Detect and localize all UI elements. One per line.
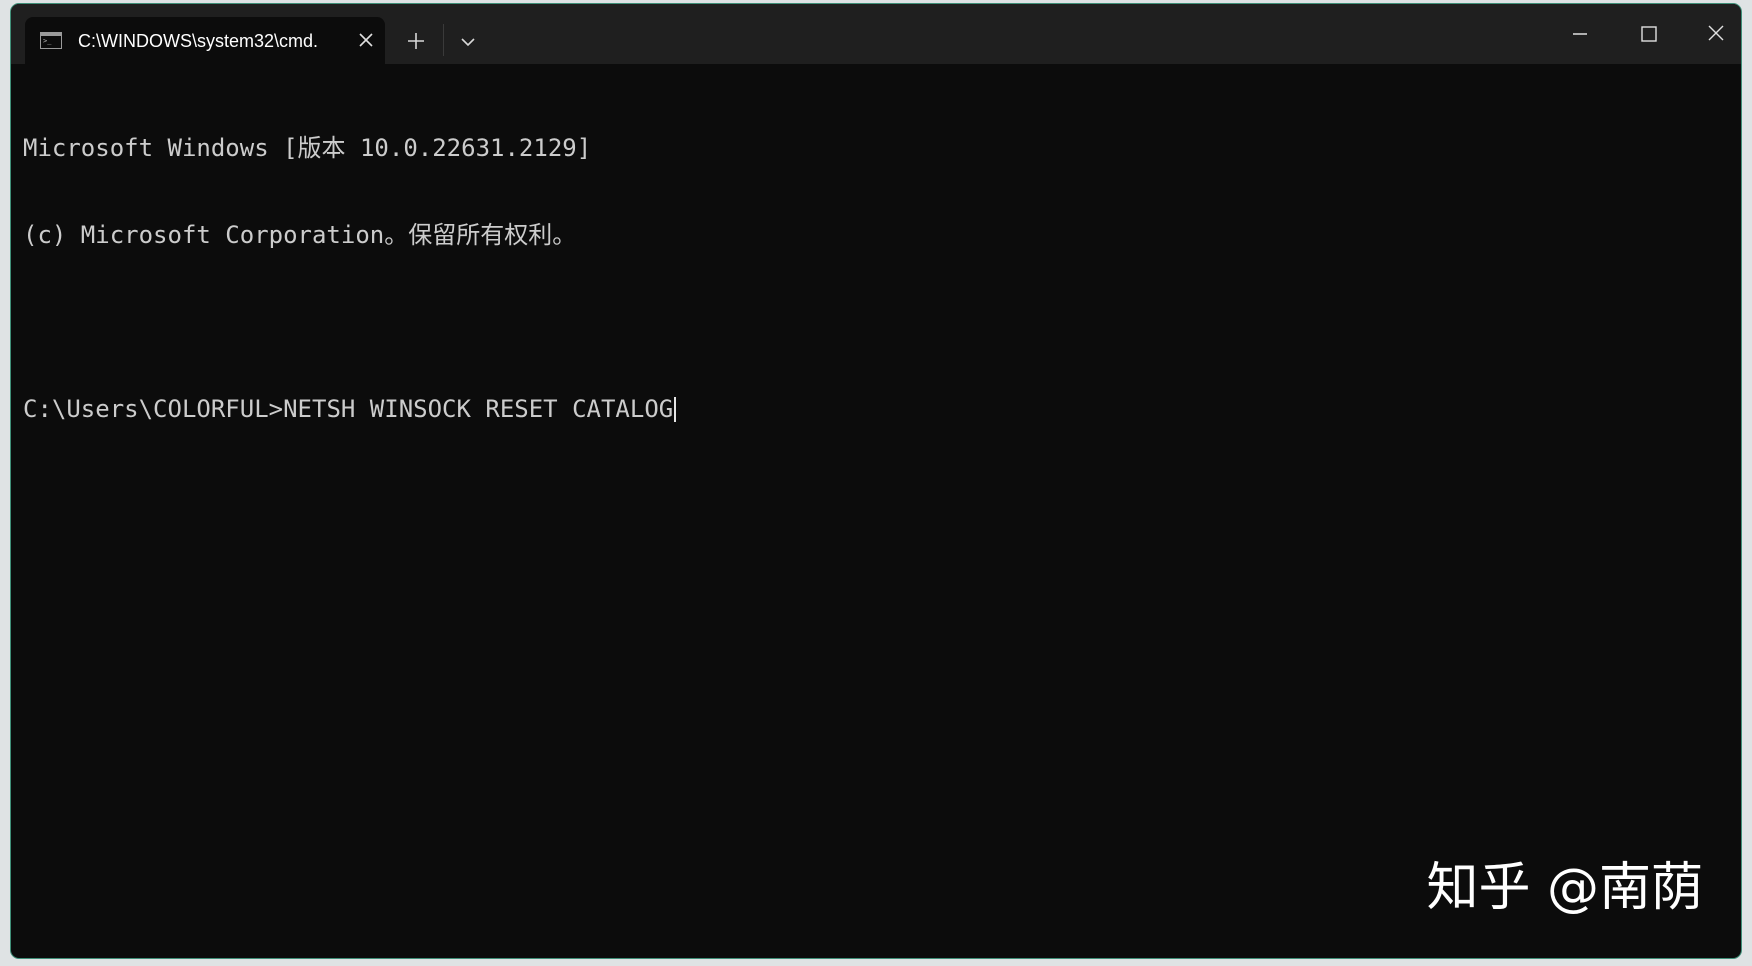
console-line: Microsoft Windows [版本 10.0.22631.2129] bbox=[23, 134, 592, 162]
text-cursor bbox=[674, 397, 677, 422]
console-output[interactable]: Microsoft Windows [版本 10.0.22631.2129] (… bbox=[23, 76, 1723, 482]
minimize-icon[interactable] bbox=[1557, 14, 1603, 54]
close-icon[interactable] bbox=[1693, 14, 1739, 54]
chevron-down-icon[interactable] bbox=[453, 28, 483, 56]
tab-divider bbox=[443, 24, 444, 56]
prompt-line: C:\Users\COLORFUL>NETSH WINSOCK RESET CA… bbox=[23, 395, 1723, 424]
terminal-window: >_ C:\WINDOWS\system32\cmd. Microsoft Wi… bbox=[10, 3, 1742, 959]
tab-title: C:\WINDOWS\system32\cmd. bbox=[78, 31, 319, 51]
cmd-icon: >_ bbox=[40, 32, 62, 49]
cmd-icon-glyph: >_ bbox=[43, 37, 52, 45]
typed-command: NETSH WINSOCK RESET CATALOG bbox=[283, 395, 674, 423]
maximize-icon[interactable] bbox=[1625, 14, 1671, 54]
title-bar[interactable]: >_ C:\WINDOWS\system32\cmd. bbox=[11, 4, 1741, 64]
prompt-path: C:\Users\COLORFUL> bbox=[23, 395, 284, 423]
new-tab-plus-icon[interactable] bbox=[401, 26, 431, 56]
console-line: (c) Microsoft Corporation。保留所有权利。 bbox=[23, 221, 577, 249]
tab-cmd[interactable]: >_ C:\WINDOWS\system32\cmd. bbox=[25, 17, 385, 64]
tab-close-icon[interactable] bbox=[353, 27, 379, 53]
watermark: 知乎 @南荫 bbox=[1426, 858, 1703, 918]
